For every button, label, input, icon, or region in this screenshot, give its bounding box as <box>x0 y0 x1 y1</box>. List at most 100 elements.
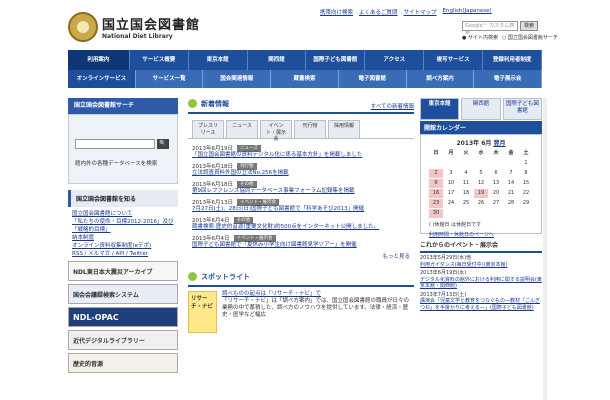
calendar-day <box>474 209 488 218</box>
news-badge: イベント・展示会 <box>237 198 279 206</box>
tab-kodomo[interactable]: 国際子ども図書館 <box>502 98 542 120</box>
site-title[interactable]: 国立国会図書館 <box>102 14 200 33</box>
main-nav: 利用案内 サービス概要 東京本館 関西館 国際子ども図書館 アクセス 複写サービ… <box>68 50 543 70</box>
search-button[interactable]: 検索 <box>520 21 538 31</box>
know-title: 国立国会図書館を知る <box>68 190 178 207</box>
ndl-search-input[interactable] <box>75 139 155 149</box>
news-item: 2013年6月18日 刊行物 立法調査資料外国の立法No.256を掲載 <box>192 162 410 177</box>
month-label: 2013年 6月 <box>456 140 492 147</box>
calendar-day: 8 <box>524 170 528 176</box>
hours-link[interactable]: 利用時間・休館日のページへ <box>429 232 494 238</box>
nav-item[interactable]: 複写サービス <box>424 50 484 70</box>
calendar-day <box>504 159 518 168</box>
calendar-day: 7 <box>509 170 513 176</box>
nav-item[interactable]: 関西館 <box>248 50 307 70</box>
nav-item[interactable]: 国際子ども図書館 <box>306 50 366 70</box>
banner-rekion[interactable]: 歴史的音源 <box>68 353 178 373</box>
banner-opac[interactable]: NDL-OPAC <box>68 307 178 327</box>
util-link-english[interactable]: English(Japanese) <box>443 8 492 16</box>
news-link[interactable]: 立法調査資料外国の立法No.256を掲載 <box>192 170 410 177</box>
calendar-day <box>474 159 488 168</box>
event-link[interactable]: デジタル化資料の館外における利用に関する説明会(東京本館・関西館) <box>420 277 542 290</box>
calendar-day: 24 <box>447 200 455 206</box>
spotlight-link[interactable]: 調べものの起点は「リサーチ・ナビ」で <box>222 291 414 298</box>
sub-nav: オンラインサービス サービス一覧 国会関連情報 蔵書検索 電子図書館 調べ方案内… <box>68 70 543 88</box>
tab-kansai[interactable]: 関西館 <box>461 98 501 120</box>
know-item[interactable]: 納本制度 <box>72 234 178 242</box>
event-link[interactable]: 講演会「児童文学と教育をつなぐもの—教材「ごんぎつね」を手掛かりに考える—」(国… <box>420 298 542 311</box>
util-link-faq[interactable]: よくあるご質問 <box>359 8 398 16</box>
radio-ndl[interactable]: ○ 国立国会図書館サーチ <box>502 34 558 41</box>
ndl-search-button[interactable]: 🔍 <box>157 139 169 149</box>
know-item[interactable]: オンライン資料収集制度(eデポ) <box>72 242 178 250</box>
more-link[interactable]: もっと見る <box>192 252 410 260</box>
subnav-item[interactable]: サービス一覧 <box>136 70 204 88</box>
site-subtitle: National Diet Library <box>102 33 173 40</box>
nav-item[interactable]: アクセス <box>365 50 425 70</box>
main-column: 新着情報 すべての新着情報 プレスリリース ニュース イベント・展示会 刊行物 … <box>188 98 414 333</box>
banner-archive[interactable]: NDL東日本大震災アーカイブ <box>68 261 178 281</box>
subnav-item[interactable]: オンラインサービス <box>68 70 136 88</box>
tab-publications[interactable]: 刊行物 <box>294 120 326 138</box>
tab-recruit[interactable]: 採用情報 <box>328 120 360 138</box>
scrollbar[interactable] <box>543 98 547 400</box>
nav-item[interactable]: サービス概要 <box>130 50 189 70</box>
radio-site[interactable]: ● サイト内検索 <box>462 34 498 41</box>
ndl-logo-icon[interactable] <box>68 12 98 42</box>
know-item[interactable]: RSS / メルマガ / API / Twitter <box>72 250 178 258</box>
ndl-search-panel: 🔍 館内外の各種データベースを検索 <box>68 114 178 184</box>
calendar-day: 30 <box>429 209 443 218</box>
nav-item[interactable]: 東京本館 <box>189 50 248 70</box>
calendar-day: 15 <box>522 180 530 186</box>
nav-item[interactable]: 利用案内 <box>68 50 130 70</box>
weekday-header: 月 <box>448 150 454 156</box>
news-link[interactable]: 7月27日(土)、28日(日)国際子ども図書館で「科学あそび2013」開催 <box>192 206 410 213</box>
util-link-mobile[interactable]: 携帯向け検索 <box>320 8 353 16</box>
weekday-header: 日 <box>433 150 439 156</box>
all-news-link[interactable]: すべての新着情報 <box>371 102 414 110</box>
calendar-day: 11 <box>462 180 470 186</box>
know-item[interactable]: 国立国会図書館について <box>72 210 178 218</box>
util-link-sitemap[interactable]: サイトマップ <box>404 8 437 16</box>
radio-site-label: サイト内検索 <box>467 35 498 41</box>
tab-tokyo[interactable]: 東京本館 <box>420 98 460 120</box>
event-link[interactable]: 利用ガイダンス(毎日受付中)(東京本館) <box>420 262 542 269</box>
calendar-month: 2013年 6月 翌月 <box>429 138 533 147</box>
banner-kindai[interactable]: 近代デジタルライブラリー <box>68 330 178 350</box>
subnav-item[interactable]: 蔵書検索 <box>271 70 339 88</box>
event-item: 2013年5月29日(水)他 利用ガイダンス(毎日受付中)(東京本館) <box>420 255 542 268</box>
calendar-day <box>489 159 503 168</box>
calendar-day: 13 <box>492 180 500 186</box>
calendar-day: 21 <box>507 190 515 196</box>
calendar-day: 18 <box>462 190 470 196</box>
calendar-day: 4 <box>464 170 468 176</box>
calendar-day <box>489 209 503 218</box>
subnav-item[interactable]: 電子図書館 <box>339 70 407 88</box>
know-item[interactable]: 「私たちの使命・目標2012-2016」及び「戦略的目標」 <box>72 218 178 234</box>
subnav-item[interactable]: 電子展示会 <box>474 70 543 88</box>
calendar-day <box>459 209 473 218</box>
banner-kokkai[interactable]: 国会会議録検索システム <box>68 284 178 304</box>
calendar-day: 23 <box>429 199 443 208</box>
subnav-item[interactable]: 調べ方案内 <box>407 70 475 88</box>
news-link[interactable]: 「国立国会図書館の資料デジタル化に係る基本方針」を掲載しました <box>192 152 410 159</box>
ndl-search-title[interactable]: 国立国会図書館サーチ <box>68 98 178 114</box>
nav-item[interactable]: 登録利用者制度 <box>483 50 543 70</box>
research-navi-image[interactable]: リサーチ・ナビ <box>188 291 217 333</box>
tab-news[interactable]: ニュース <box>226 120 258 138</box>
calendar-note: ( )休館日 は休館日です <box>429 222 482 228</box>
subnav-item[interactable]: 国会関連情報 <box>203 70 272 88</box>
tab-press[interactable]: プレスリリース <box>192 120 224 138</box>
news-link[interactable]: 蔵書検索:歴史的音源(重要文化財)約500点をインターネット公開しました。 <box>192 224 410 231</box>
news-date: 2013年6月4日 <box>192 218 230 224</box>
news-link[interactable]: 国際子ども図書館で「夏休み小学生向け図書館見学ツアー」を開催 <box>192 242 410 249</box>
next-month-link[interactable]: 翌月 <box>494 140 506 147</box>
tab-events[interactable]: イベント・展示会 <box>260 120 292 142</box>
utility-links: 携帯向け検索 よくあるご質問 サイトマップ English(Japanese) <box>320 8 492 16</box>
calendar-day: 10 <box>447 180 455 186</box>
calendar-day <box>444 209 458 218</box>
news-badge: その他 <box>237 180 257 188</box>
news-item: 2013年6月4日 その他 蔵書検索:歴史的音源(重要文化財)約500点をインター… <box>192 216 410 231</box>
news-link[interactable]: 第9回レファレンス協同データベース事業フォーラム記録集を掲載 <box>192 188 410 195</box>
search-input[interactable]: Google™ カスタム検索 <box>462 21 518 36</box>
